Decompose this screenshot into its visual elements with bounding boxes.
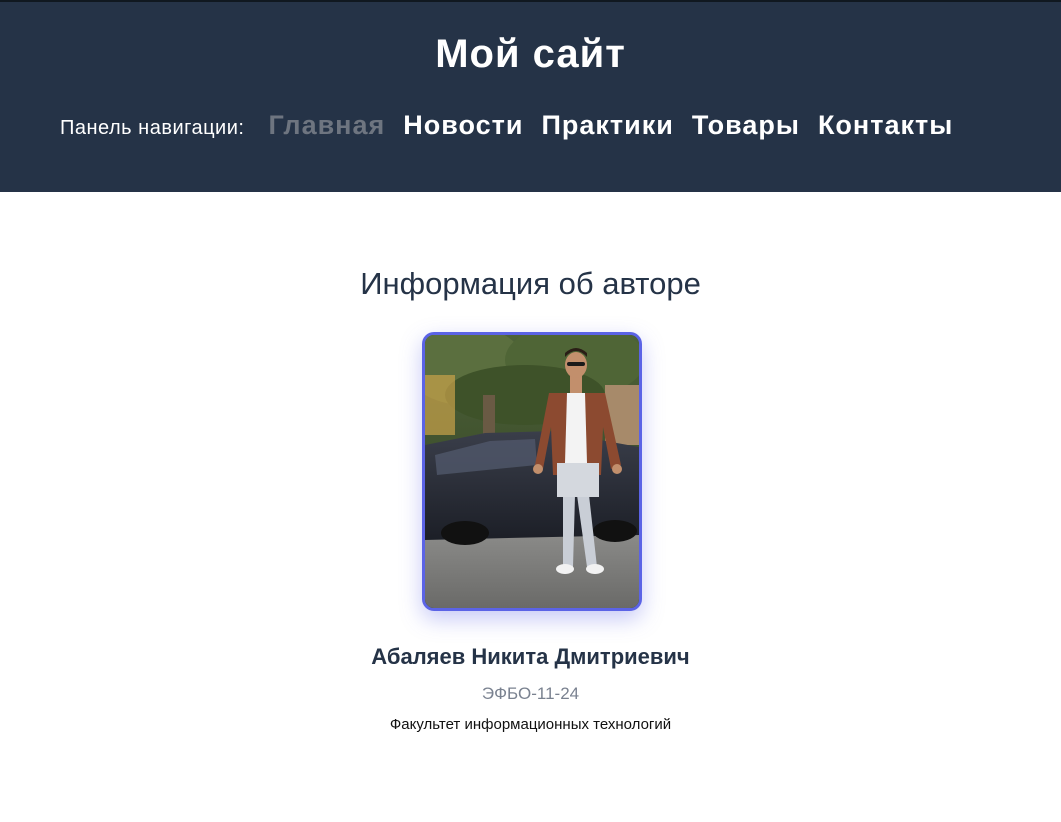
section-title: Информация об авторе (360, 266, 701, 301)
nav-link-contacts[interactable]: Контакты (818, 110, 953, 141)
nav-link-practices[interactable]: Практики (541, 110, 673, 141)
nav-link-home[interactable]: Главная (268, 110, 385, 141)
nav-link-news[interactable]: Новости (403, 110, 523, 141)
navigation-bar: Панель навигации: Главная Новости Практи… (60, 110, 971, 141)
main-content: Информация об авторе Абаляев Никита Дмит… (0, 192, 1061, 822)
author-faculty: Факультет информационных технологий (389, 716, 672, 733)
author-name: Абаляев Никита Дмитриевич (371, 644, 690, 669)
author-group: ЭФБО-11-24 (481, 684, 580, 703)
nav-link-products[interactable]: Товары (692, 110, 800, 141)
author-photo-illustration (425, 335, 639, 608)
site-header: Мой сайт Панель навигации: Главная Новос… (0, 0, 1061, 192)
site-title: Мой сайт (435, 32, 626, 76)
author-photo (422, 332, 642, 611)
nav-caption: Панель навигации: (60, 117, 245, 139)
